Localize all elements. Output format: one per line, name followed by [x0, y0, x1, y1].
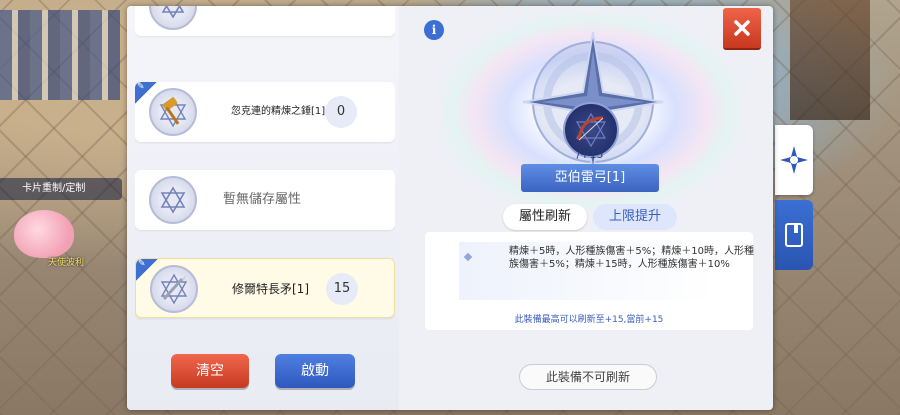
tab-attribute-refresh[interactable]: 屬性刷新: [503, 204, 588, 230]
list-item[interactable]: 暫無儲存屬性: [135, 170, 395, 230]
slot-name: 忽克連的精煉之錘[1]: [231, 106, 326, 117]
info-icon[interactable]: i: [424, 20, 444, 40]
slot-scroll-area[interactable]: 忽克連的精煉之錘[1] 0 暫無儲存屬性: [135, 6, 395, 340]
enchant-slot-list: 忽克連的精煉之錘[1] 0 暫無儲存屬性: [127, 6, 399, 410]
market-banners: [0, 10, 120, 100]
slot-level-badge: 15: [326, 273, 358, 305]
slot-name: 修爾特長矛[1]: [232, 282, 309, 296]
tab-limit-raise[interactable]: 上限提升: [593, 204, 678, 230]
wooden-stall: [790, 0, 870, 120]
star-emblem-icon: [149, 6, 197, 30]
book-side-button[interactable]: [775, 200, 813, 270]
refresh-limit-note: 此裝備最高可以刷新至+15,當前+15: [514, 315, 664, 325]
game-left-area: 卡片重制/定制 天使波利: [0, 0, 128, 415]
compass-side-button[interactable]: [775, 125, 813, 195]
card-reset-tab[interactable]: 卡片重制/定制: [0, 178, 122, 200]
list-item-selected[interactable]: 修爾特長矛[1] 15: [135, 258, 395, 318]
compass-icon: [780, 146, 808, 174]
slot-empty-text: 暫無儲存屬性: [223, 192, 302, 207]
item-name-ribbon: 亞伯雷弓[1]: [509, 164, 671, 192]
attribute-text: 精煉＋5時，人形種族傷害＋5%；精煉＋10時，人形種族傷害＋5%；精煉＋15時，…: [509, 246, 754, 270]
refine-level-text: /+15: [576, 148, 604, 161]
hammer-icon: [149, 88, 197, 136]
card-reset-label: 卡片重制/定制: [22, 183, 86, 194]
detail-tabs: 屬性刷新 上限提升: [503, 204, 678, 230]
close-button[interactable]: [723, 8, 761, 48]
enchant-dialog: 忽克連的精煉之錘[1] 0 暫無儲存屬性: [127, 6, 773, 410]
list-item[interactable]: 忽克連的精煉之錘[1] 0: [135, 82, 395, 142]
spear-icon: [150, 265, 198, 313]
start-button[interactable]: 啟動: [275, 354, 355, 388]
book-icon: [785, 223, 803, 247]
slot-level-badge: 0: [325, 96, 357, 128]
clear-button[interactable]: 清空: [171, 354, 249, 388]
refresh-disabled-button[interactable]: 此裝備不可刷新: [519, 364, 657, 390]
pet-name-label: 天使波利: [48, 258, 85, 268]
star-emblem-icon: [149, 176, 197, 224]
close-icon: [734, 20, 750, 36]
item-detail-panel: i /+15 亞伯雷弓[1] 屬性刷新 上限提升 精煉＋5時，人形種族傷害＋5%…: [407, 6, 773, 410]
angeling-pet[interactable]: [14, 210, 74, 258]
attribute-box: 精煉＋5時，人形種族傷害＋5%；精煉＋10時，人形種族傷害＋5%；精煉＋15時，…: [425, 232, 754, 330]
list-item[interactable]: [135, 6, 395, 36]
